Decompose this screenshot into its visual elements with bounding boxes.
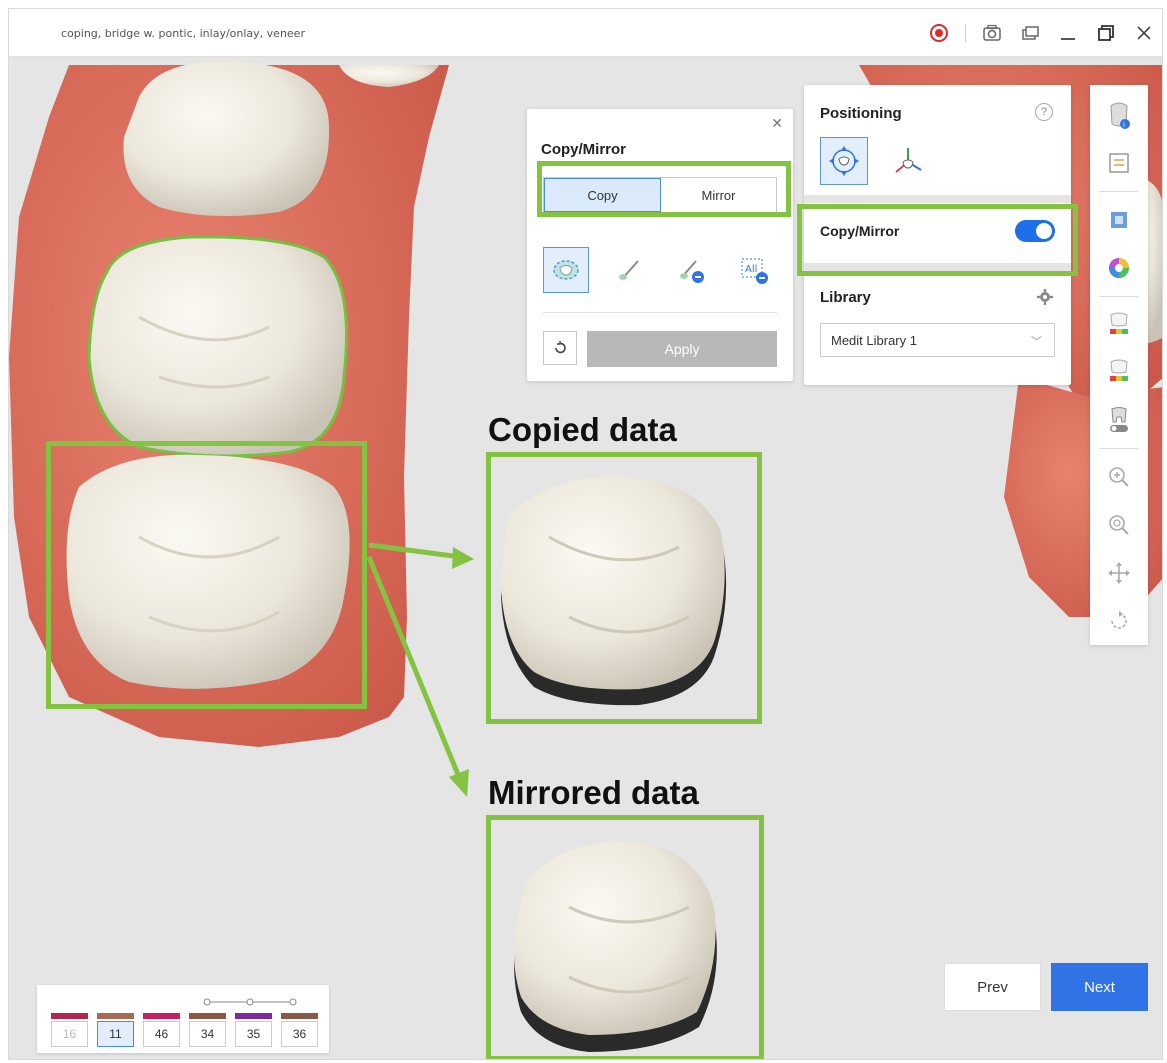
- panel-divider: [543, 312, 777, 313]
- prev-button[interactable]: Prev: [944, 963, 1041, 1011]
- tooth-color-bar: [235, 1013, 272, 1019]
- zoom-in-icon[interactable]: [1101, 459, 1137, 495]
- help-icon[interactable]: ?: [1035, 103, 1053, 121]
- reset-button[interactable]: [543, 331, 577, 365]
- apply-button[interactable]: Apply: [587, 331, 777, 367]
- toolbar-divider: [1099, 190, 1139, 192]
- tooth-color-bar: [51, 1013, 88, 1019]
- selection-tools: All: [543, 247, 777, 293]
- panel-title: Copy/Mirror: [541, 141, 627, 158]
- section-separator: [804, 195, 1071, 203]
- tooth-color-bar: [143, 1013, 180, 1019]
- tooth-number: 46: [143, 1021, 180, 1047]
- close-icon[interactable]: [1132, 21, 1156, 45]
- positioning-move-icon[interactable]: [820, 137, 868, 185]
- restore-icon[interactable]: [1094, 21, 1118, 45]
- zoom-fit-icon[interactable]: [1101, 507, 1137, 543]
- library-section: Library Medit Library 1 ﹀: [804, 271, 1071, 385]
- link-connector: [203, 998, 297, 1006]
- window-controls: [927, 21, 1156, 45]
- close-icon[interactable]: ✕: [771, 115, 783, 132]
- library-select[interactable]: Medit Library 1 ﹀: [820, 323, 1055, 357]
- mirrored-data-label: Mirrored data: [488, 774, 699, 811]
- highlight-copy-mirror-toggle: [797, 204, 1078, 276]
- tooth-number: 16: [51, 1021, 88, 1047]
- tooth-number: 11: [97, 1021, 134, 1047]
- svg-text:All: All: [745, 264, 757, 275]
- tooth-info-icon[interactable]: i: [1101, 97, 1137, 133]
- tooth-item[interactable]: 16: [51, 1013, 88, 1047]
- window-title: coping, bridge w. pontic, inlay/onlay, v…: [61, 27, 305, 40]
- positioning-section: Positioning ?: [804, 85, 1071, 195]
- positioning-title: Positioning: [820, 105, 902, 122]
- tooth-color-bar: [281, 1013, 318, 1019]
- select-area-icon[interactable]: [543, 247, 589, 293]
- proximal-heatmap-icon[interactable]: [1101, 355, 1137, 391]
- reset-icon: [555, 341, 566, 354]
- tooth-item[interactable]: 36: [281, 1013, 318, 1047]
- library-selected-value: Medit Library 1: [831, 332, 917, 348]
- color-wheel-icon[interactable]: [1101, 250, 1137, 286]
- tooth-color-bar: [189, 1013, 226, 1019]
- checklist-icon[interactable]: [1101, 145, 1137, 181]
- tooth-item[interactable]: 46: [143, 1013, 180, 1047]
- toolbar-divider: [1099, 448, 1139, 450]
- right-toolbar: i: [1090, 85, 1148, 645]
- titlebar-divider: [965, 24, 966, 42]
- positioning-axes-icon[interactable]: [884, 137, 932, 185]
- visibility-cube-icon[interactable]: [1101, 202, 1137, 238]
- highlight-source-tooth: [46, 441, 367, 709]
- screenshot-icon[interactable]: [980, 21, 1004, 45]
- svg-text:i: i: [1123, 121, 1125, 129]
- pan-icon[interactable]: [1101, 555, 1137, 591]
- tooth-item[interactable]: 11: [97, 1013, 134, 1047]
- multi-window-icon[interactable]: [1018, 21, 1042, 45]
- deselect-all-icon[interactable]: All: [731, 247, 777, 293]
- record-icon[interactable]: [927, 21, 951, 45]
- tooth-off-icon[interactable]: [1101, 402, 1137, 438]
- occlusion-heatmap-icon[interactable]: [1101, 307, 1137, 343]
- minimize-icon[interactable]: [1056, 21, 1080, 45]
- tooth-color-bar: [97, 1013, 134, 1019]
- highlight-copy-mirror-tabs: [537, 161, 791, 217]
- brush-add-icon[interactable]: [606, 247, 652, 293]
- tooth-number: 36: [281, 1021, 318, 1047]
- tooth-tray: 16 11 46 34 35 36: [37, 985, 329, 1053]
- highlight-copied-data: [486, 452, 762, 724]
- copy-mirror-panel: ✕ Copy/Mirror Copy Mirror All Apply: [527, 109, 793, 381]
- gear-icon[interactable]: [1037, 289, 1053, 310]
- app-window: coping, bridge w. pontic, inlay/onlay, v…: [8, 8, 1163, 1060]
- tooth-item[interactable]: 35: [235, 1013, 272, 1047]
- 3d-viewport[interactable]: ✕ Copy/Mirror Copy Mirror All Apply Posi…: [9, 57, 1162, 1059]
- highlight-mirrored-data: [486, 815, 764, 1059]
- tooth-number: 34: [189, 1021, 226, 1047]
- next-button[interactable]: Next: [1051, 963, 1148, 1011]
- rotate-icon[interactable]: [1101, 603, 1137, 639]
- tooth-item[interactable]: 34: [189, 1013, 226, 1047]
- toolbar-divider: [1099, 295, 1139, 297]
- copied-data-label: Copied data: [488, 411, 677, 448]
- tooth-number: 35: [235, 1021, 272, 1047]
- library-title: Library: [820, 289, 871, 306]
- brush-remove-icon[interactable]: [668, 247, 714, 293]
- tooth-list: 16 11 46 34 35 36: [51, 1013, 318, 1047]
- title-bar: coping, bridge w. pontic, inlay/onlay, v…: [9, 9, 1162, 57]
- chevron-down-icon: ﹀: [1031, 336, 1042, 348]
